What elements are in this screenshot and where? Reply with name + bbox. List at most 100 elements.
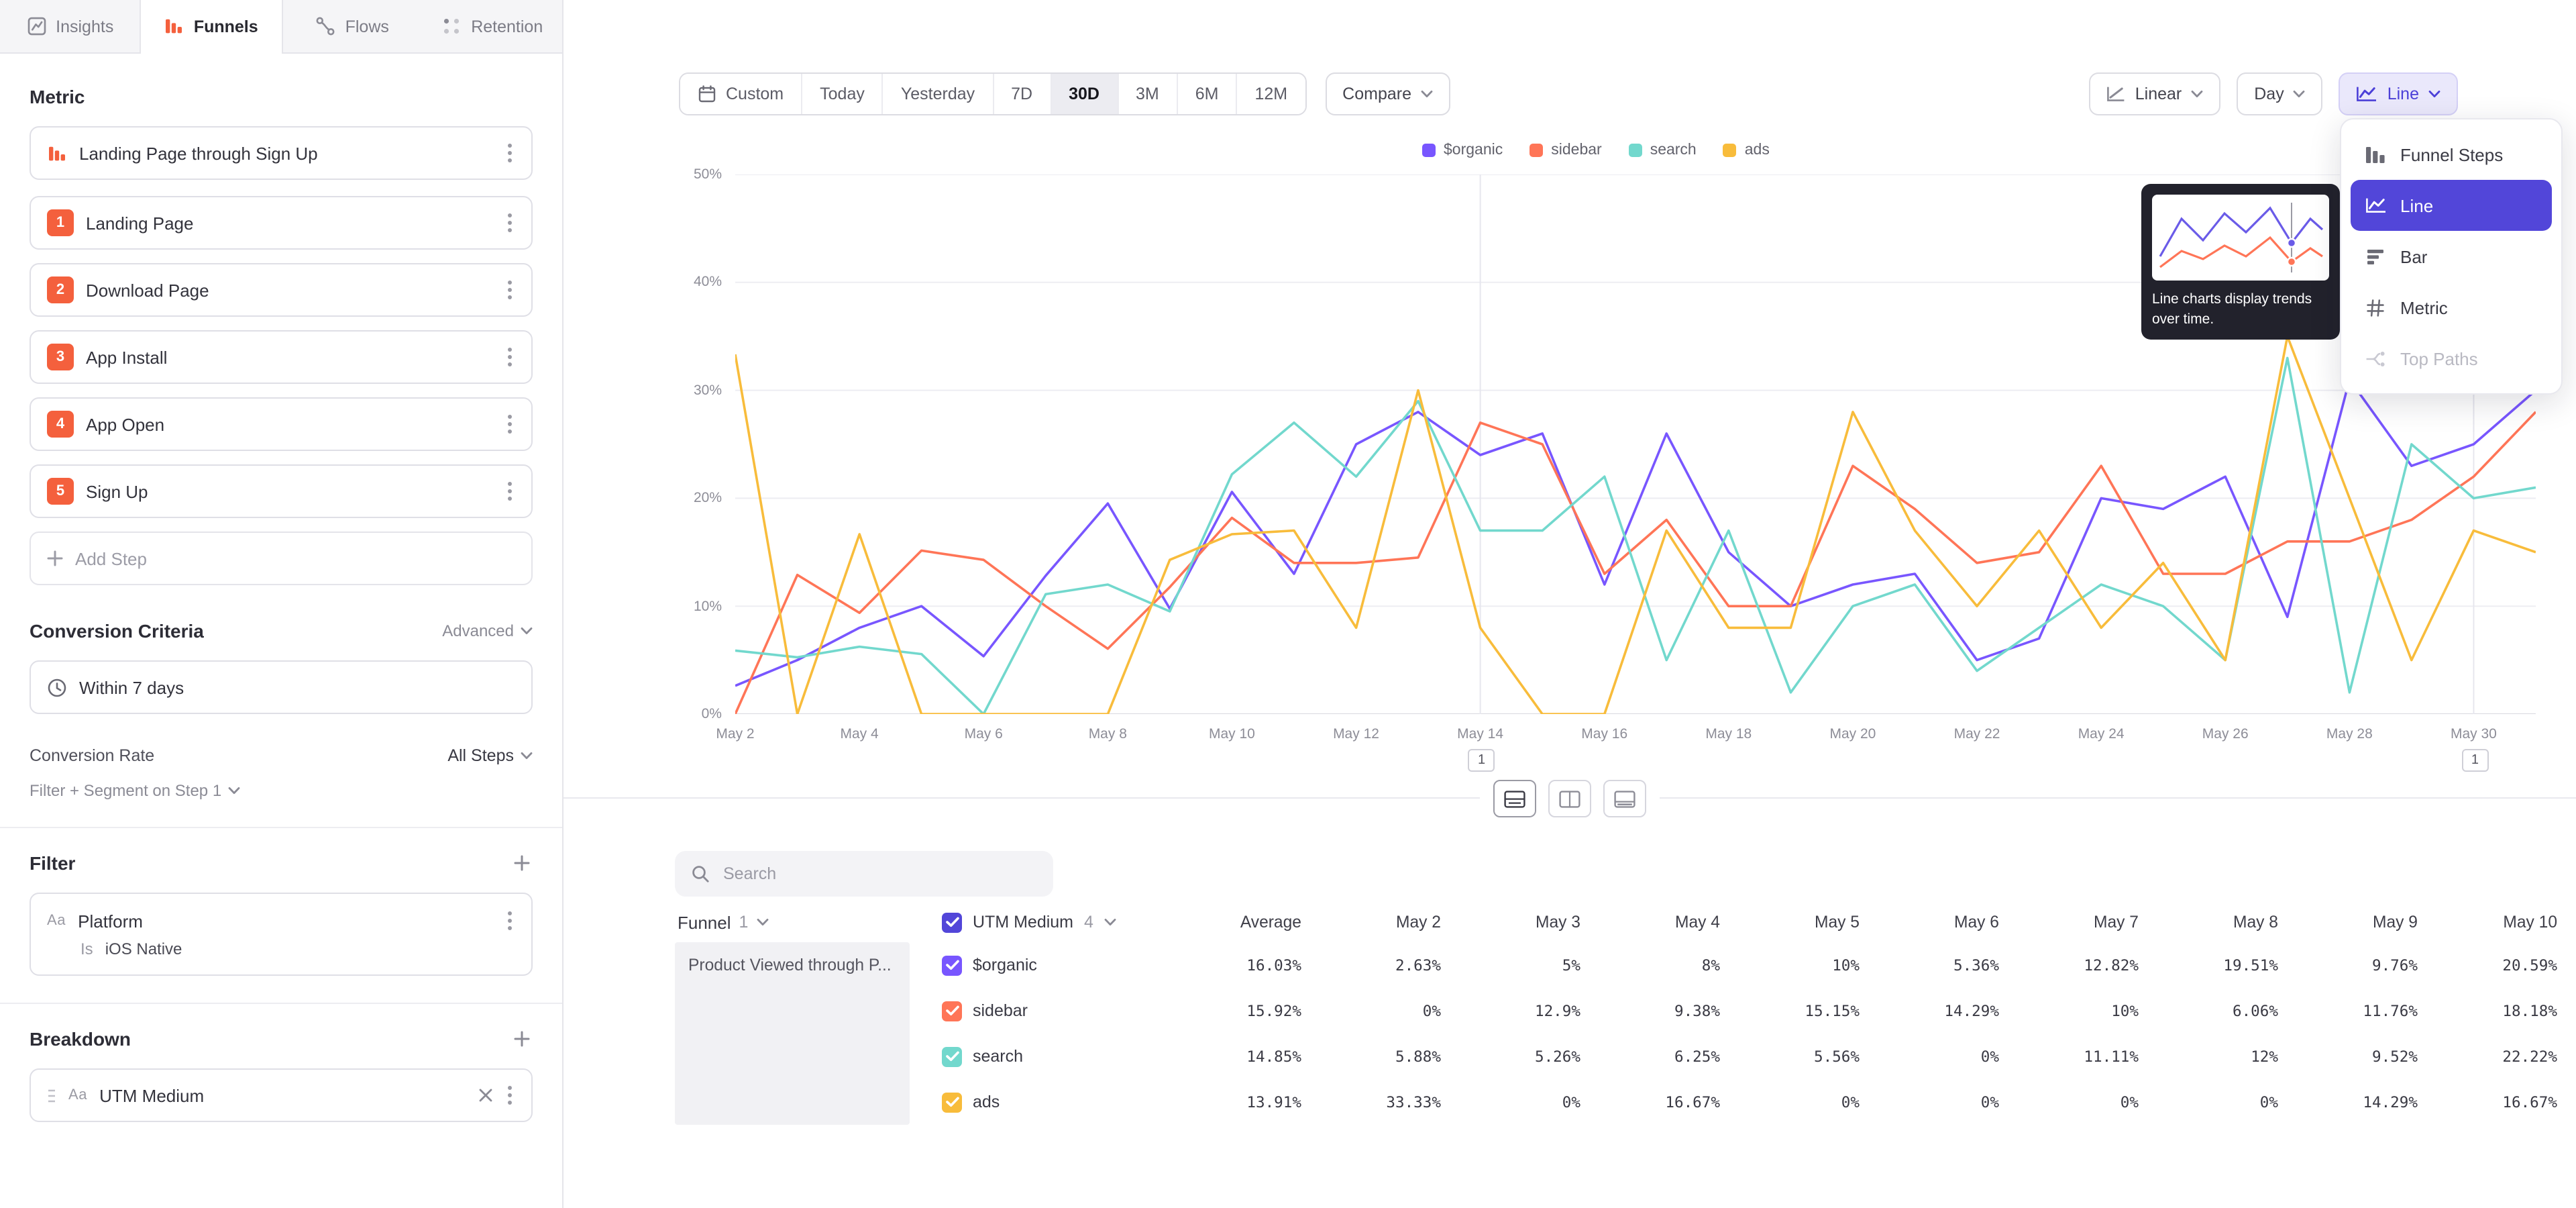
- series-ads: [735, 336, 2536, 714]
- column-header-may-5[interactable]: May 5: [1720, 913, 1860, 932]
- linear-scale-button[interactable]: Linear: [2090, 72, 2221, 115]
- side-by-side-view[interactable]: [1548, 780, 1591, 817]
- date-range-12m[interactable]: 12M: [1238, 74, 1305, 114]
- kebab-menu-icon[interactable]: [504, 481, 515, 502]
- add-breakdown-button[interactable]: [511, 1028, 533, 1050]
- menu-item-metric[interactable]: Metric: [2351, 282, 2552, 333]
- column-header-may-9[interactable]: May 9: [2278, 913, 2418, 932]
- step-number-badge: 3: [47, 344, 74, 370]
- interval-day-button[interactable]: Day: [2237, 72, 2322, 115]
- advanced-dropdown[interactable]: Advanced: [442, 621, 533, 640]
- column-header-may-8[interactable]: May 8: [2139, 913, 2278, 932]
- date-range-7d[interactable]: 7D: [994, 74, 1051, 114]
- kebab-menu-icon[interactable]: [504, 413, 515, 435]
- tab-flows[interactable]: Flows: [282, 0, 423, 52]
- legend-item-ads[interactable]: ads: [1723, 142, 1770, 158]
- filter-segment-toggle[interactable]: Filter + Segment on Step 1: [30, 781, 533, 800]
- menu-item-line[interactable]: Line: [2351, 180, 2552, 231]
- chart-and-table-view[interactable]: [1493, 780, 1536, 817]
- all-steps-dropdown[interactable]: All Steps: [447, 746, 533, 765]
- add-step-button[interactable]: Add Step: [30, 532, 533, 585]
- compare-button[interactable]: Compare: [1325, 72, 1450, 115]
- kebab-menu-icon[interactable]: [504, 212, 515, 234]
- menu-item-label: Bar: [2400, 246, 2427, 266]
- filter-operator[interactable]: Is: [80, 940, 93, 958]
- column-header-may-7[interactable]: May 7: [1999, 913, 2139, 932]
- cell-value: 14.29%: [1944, 1003, 1999, 1020]
- kebab-menu-icon[interactable]: [504, 910, 515, 932]
- plus-icon: [47, 550, 63, 566]
- chart-type-button[interactable]: Line: [2339, 72, 2458, 115]
- funnel-header-cell[interactable]: Funnel 1: [675, 912, 920, 932]
- funnel-step-4[interactable]: 4App Open: [30, 397, 533, 451]
- column-header-may-10[interactable]: May 10: [2418, 913, 2557, 932]
- cell-value: 6.25%: [1674, 1048, 1720, 1066]
- property-type-label: Aa: [47, 913, 66, 929]
- date-range-custom[interactable]: Custom: [680, 74, 802, 114]
- annotation-badge[interactable]: 1: [2461, 749, 2488, 772]
- cell-value: 0%: [2260, 1094, 2278, 1111]
- cell-value: 19.51%: [2223, 957, 2278, 974]
- breakdown-card[interactable]: Aa UTM Medium: [30, 1068, 533, 1122]
- kebab-menu-icon[interactable]: [504, 1085, 515, 1106]
- column-header-may-3[interactable]: May 3: [1441, 913, 1580, 932]
- breakdown-heading: Breakdown: [30, 1028, 131, 1050]
- search-icon: [691, 864, 710, 883]
- tab-insights[interactable]: Insights: [0, 0, 140, 52]
- funnel-card[interactable]: Landing Page through Sign Up: [30, 126, 533, 180]
- cell-value: 9.52%: [2372, 1048, 2418, 1066]
- kebab-menu-icon[interactable]: [504, 142, 515, 164]
- layout-columns-icon: [1559, 790, 1580, 807]
- date-range-6m[interactable]: 6M: [1178, 74, 1238, 114]
- series-checkbox[interactable]: [942, 955, 962, 975]
- date-range-today[interactable]: Today: [802, 74, 883, 114]
- legend-item-organic[interactable]: $organic: [1422, 142, 1503, 158]
- step-label: Download Page: [86, 280, 209, 300]
- column-header-may-6[interactable]: May 6: [1860, 913, 1999, 932]
- series-label: sidebar: [973, 1001, 1028, 1020]
- filter-card[interactable]: Aa Platform Is iOS Native: [30, 893, 533, 976]
- table-only-view[interactable]: [1603, 780, 1646, 817]
- legend-item-sidebar[interactable]: sidebar: [1529, 142, 1601, 158]
- funnel-steps-icon: [2364, 146, 2387, 163]
- column-header-may-2[interactable]: May 2: [1301, 913, 1441, 932]
- date-range-3m[interactable]: 3M: [1118, 74, 1178, 114]
- top-tab-bar: InsightsFunnelsFlowsRetention: [0, 0, 564, 54]
- funnel-step-1[interactable]: 1Landing Page: [30, 196, 533, 250]
- series-sidebar: [735, 412, 2536, 714]
- breakdown-header-cell[interactable]: UTM Medium 4: [920, 912, 1135, 932]
- column-header-may-4[interactable]: May 4: [1580, 913, 1720, 932]
- remove-breakdown-icon[interactable]: [479, 1089, 492, 1102]
- funnel-step-5[interactable]: 5Sign Up: [30, 464, 533, 518]
- drag-handle-icon[interactable]: [47, 1088, 56, 1103]
- cell-value: 33.33%: [1386, 1094, 1441, 1111]
- select-all-checkbox[interactable]: [942, 912, 962, 932]
- column-header-average[interactable]: Average: [1135, 913, 1301, 932]
- conversion-window-card[interactable]: Within 7 days: [30, 660, 533, 714]
- search-bar[interactable]: [675, 851, 1053, 897]
- date-range-30d[interactable]: 30D: [1051, 74, 1118, 114]
- tab-retention[interactable]: Retention: [423, 0, 563, 52]
- funnel-step-2[interactable]: 2Download Page: [30, 263, 533, 317]
- menu-item-bar[interactable]: Bar: [2351, 231, 2552, 282]
- menu-item-label: Line: [2400, 195, 2433, 215]
- x-axis-label: May 16: [1564, 726, 1645, 742]
- series-checkbox[interactable]: [942, 1046, 962, 1066]
- legend-swatch: [1422, 144, 1436, 157]
- cell-value: 16.67%: [1665, 1094, 1720, 1111]
- tab-funnels[interactable]: Funnels: [140, 0, 283, 52]
- add-filter-button[interactable]: [511, 852, 533, 874]
- search-input[interactable]: [720, 863, 1037, 885]
- series-checkbox[interactable]: [942, 1001, 962, 1021]
- series-checkbox[interactable]: [942, 1092, 962, 1112]
- menu-item-funnel-steps[interactable]: Funnel Steps: [2351, 129, 2552, 180]
- funnel-step-3[interactable]: 3App Install: [30, 330, 533, 384]
- legend-item-search[interactable]: search: [1629, 142, 1697, 158]
- main-content: CustomTodayYesterday7D30D3M6M12M Compare…: [564, 0, 2576, 1208]
- filter-value[interactable]: iOS Native: [105, 940, 182, 958]
- annotation-badge[interactable]: 1: [1468, 749, 1495, 772]
- kebab-menu-icon[interactable]: [504, 279, 515, 301]
- date-range-yesterday[interactable]: Yesterday: [883, 74, 994, 114]
- kebab-menu-icon[interactable]: [504, 346, 515, 368]
- cell-value: 10%: [1832, 957, 1860, 974]
